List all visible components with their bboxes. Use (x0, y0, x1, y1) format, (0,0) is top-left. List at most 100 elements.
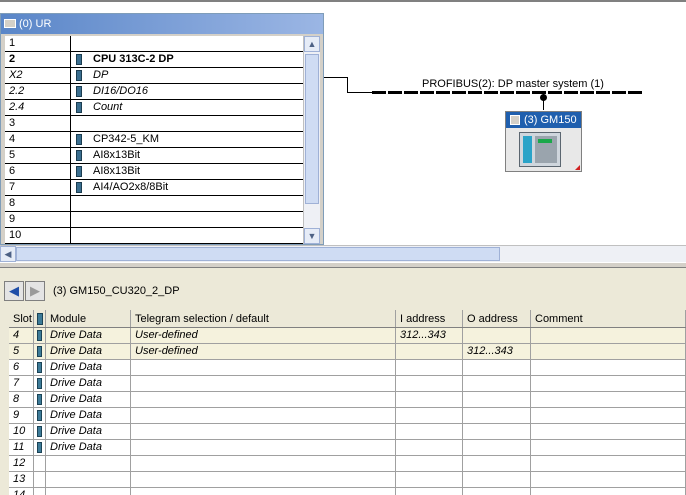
cell-slot[interactable]: 10 (9, 424, 34, 439)
rack-vertical-scrollbar[interactable]: ▲ ▼ (303, 36, 320, 244)
cell-module[interactable] (46, 456, 131, 471)
forward-arrow-icon[interactable]: ▶ (25, 281, 45, 301)
cell-icon[interactable] (34, 392, 46, 407)
cell-i-address[interactable] (396, 472, 463, 487)
cell-i-address[interactable] (396, 408, 463, 423)
scroll-left-icon[interactable]: ◀ (0, 246, 16, 262)
cell-slot[interactable]: 7 (9, 376, 34, 391)
cell-comment[interactable] (531, 328, 686, 343)
cell-slot[interactable]: 12 (9, 456, 34, 471)
table-row[interactable]: 5 Drive Data User-defined 312...343 (9, 344, 686, 360)
cell-slot[interactable]: 8 (9, 392, 34, 407)
col-icon[interactable] (34, 310, 46, 327)
rack-row[interactable]: 5 AI8x13Bit (5, 148, 303, 164)
cell-comment[interactable] (531, 376, 686, 391)
cell-slot[interactable]: 9 (9, 408, 34, 423)
cell-icon[interactable] (34, 472, 46, 487)
cell-slot[interactable]: 14 (9, 488, 34, 495)
cell-module[interactable]: Drive Data (46, 344, 131, 359)
rack-row[interactable]: 9 (5, 212, 303, 228)
cell-telegram[interactable] (131, 392, 396, 407)
cell-module[interactable]: Drive Data (46, 360, 131, 375)
cell-telegram[interactable] (131, 440, 396, 455)
cell-module[interactable]: Drive Data (46, 392, 131, 407)
cell-icon[interactable] (34, 344, 46, 359)
cell-icon[interactable] (34, 456, 46, 471)
cell-comment[interactable] (531, 472, 686, 487)
cell-comment[interactable] (531, 344, 686, 359)
cell-slot[interactable]: 11 (9, 440, 34, 455)
cell-comment[interactable] (531, 360, 686, 375)
cell-telegram[interactable] (131, 376, 396, 391)
rack-row[interactable]: 3 (5, 116, 303, 132)
col-slot[interactable]: Slot (9, 310, 34, 327)
rack-window[interactable]: (0) UR 1 2 CPU 313C-2 DP X2 DP 2.2 DI16/DO16 2.… (0, 13, 324, 245)
profibus-label[interactable]: PROFIBUS(2): DP master system (1) (422, 78, 604, 90)
cell-telegram[interactable] (131, 472, 396, 487)
rack-row[interactable]: 2.2 DI16/DO16 (5, 84, 303, 100)
cell-o-address[interactable] (463, 424, 531, 439)
cell-slot[interactable]: 13 (9, 472, 34, 487)
table-row[interactable]: 4 Drive Data User-defined 312...343 (9, 328, 686, 344)
cell-i-address[interactable] (396, 424, 463, 439)
cell-i-address[interactable] (396, 392, 463, 407)
cell-module[interactable]: Drive Data (46, 408, 131, 423)
cell-slot[interactable]: 5 (9, 344, 34, 359)
cell-i-address[interactable] (396, 360, 463, 375)
scroll-thumb[interactable] (305, 54, 319, 204)
cell-icon[interactable] (34, 408, 46, 423)
cell-telegram[interactable] (131, 488, 396, 495)
cell-telegram[interactable]: User-defined (131, 344, 396, 359)
cell-o-address[interactable] (463, 376, 531, 391)
cell-comment[interactable] (531, 440, 686, 455)
cell-o-address[interactable]: 312...343 (463, 344, 531, 359)
cell-module[interactable]: Drive Data (46, 328, 131, 343)
cell-comment[interactable] (531, 456, 686, 471)
cell-o-address[interactable] (463, 456, 531, 471)
cell-i-address[interactable] (396, 344, 463, 359)
back-arrow-icon[interactable]: ◀ (4, 281, 24, 301)
cell-module[interactable] (46, 488, 131, 495)
cell-telegram[interactable] (131, 408, 396, 423)
rack-row[interactable]: 2.4 Count (5, 100, 303, 116)
cell-icon[interactable] (34, 376, 46, 391)
cell-o-address[interactable] (463, 392, 531, 407)
col-comment[interactable]: Comment (531, 310, 686, 327)
col-module[interactable]: Module (46, 310, 131, 327)
cell-slot[interactable]: 6 (9, 360, 34, 375)
cell-icon[interactable] (34, 424, 46, 439)
cell-slot[interactable]: 4 (9, 328, 34, 343)
cell-module[interactable] (46, 472, 131, 487)
cell-i-address[interactable] (396, 456, 463, 471)
rack-row[interactable]: 7 AI4/AO2x8/8Bit (5, 180, 303, 196)
rack-row[interactable]: 4 CP342-5_KM (5, 132, 303, 148)
cell-o-address[interactable] (463, 472, 531, 487)
cell-comment[interactable] (531, 424, 686, 439)
cell-o-address[interactable] (463, 408, 531, 423)
scroll-thumb[interactable] (16, 247, 500, 261)
table-row[interactable]: 6 Drive Data (9, 360, 686, 376)
cell-i-address[interactable] (396, 488, 463, 495)
table-row[interactable]: 13 (9, 472, 686, 488)
table-row[interactable]: 11 Drive Data (9, 440, 686, 456)
cell-telegram[interactable] (131, 360, 396, 375)
cell-module[interactable]: Drive Data (46, 440, 131, 455)
rack-title-bar[interactable]: (0) UR (1, 14, 323, 34)
gm150-device[interactable]: (3) GM150 (505, 111, 582, 172)
cell-module[interactable]: Drive Data (46, 424, 131, 439)
table-row[interactable]: 10 Drive Data (9, 424, 686, 440)
table-row[interactable]: 8 Drive Data (9, 392, 686, 408)
cell-telegram[interactable] (131, 456, 396, 471)
cell-telegram[interactable] (131, 424, 396, 439)
cell-i-address[interactable]: 312...343 (396, 328, 463, 343)
cell-o-address[interactable] (463, 328, 531, 343)
cell-comment[interactable] (531, 488, 686, 495)
device-header[interactable]: (3) GM150 (506, 112, 581, 128)
table-row[interactable]: 12 (9, 456, 686, 472)
rack-row[interactable]: 2 CPU 313C-2 DP (5, 52, 303, 68)
col-o-address[interactable]: O address (463, 310, 531, 327)
cell-comment[interactable] (531, 392, 686, 407)
col-i-address[interactable]: I address (396, 310, 463, 327)
table-row[interactable]: 7 Drive Data (9, 376, 686, 392)
table-row[interactable]: 14 (9, 488, 686, 495)
